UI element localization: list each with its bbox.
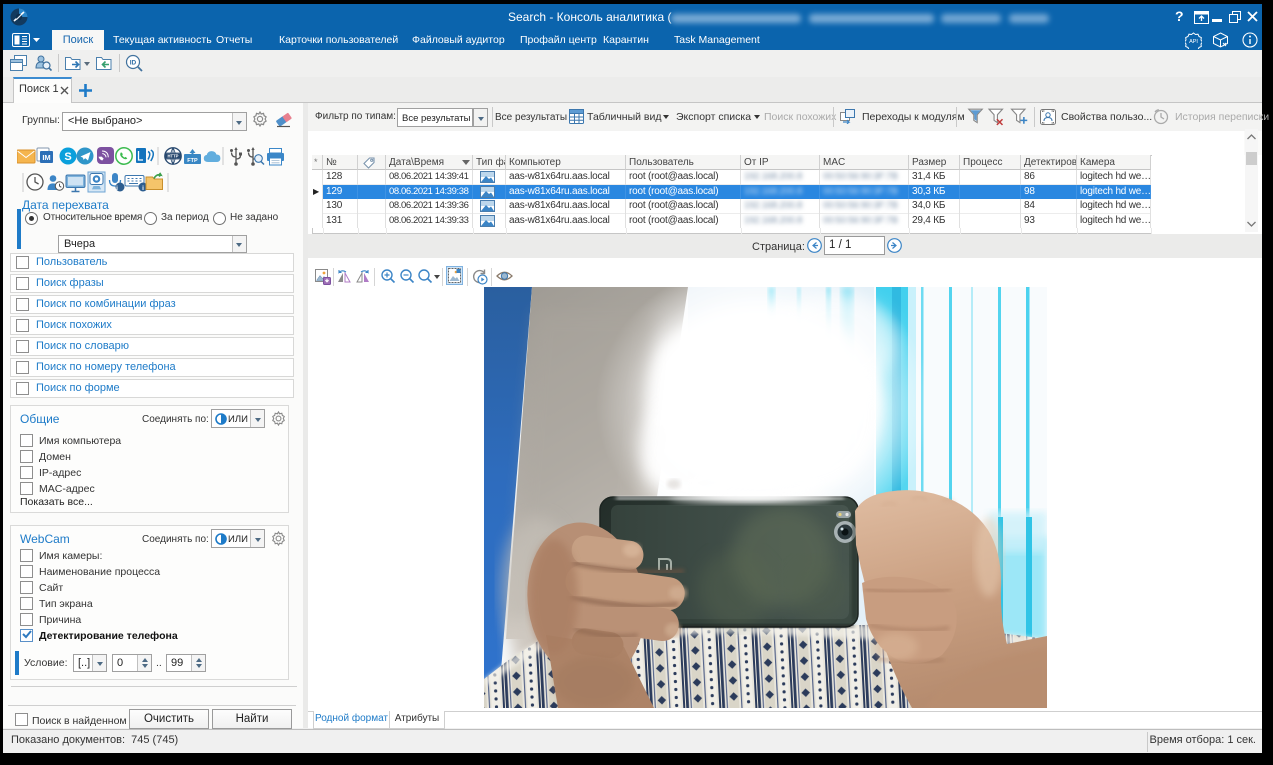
svg-text:i: i	[142, 185, 144, 192]
svg-text:IM: IM	[42, 153, 50, 162]
svg-text:S: S	[64, 151, 71, 163]
svg-text:ID: ID	[130, 60, 137, 67]
svg-text:HTTP: HTTP	[168, 154, 179, 159]
svg-text:FTP: FTP	[187, 158, 198, 164]
svg-text:API: API	[1189, 39, 1198, 45]
svg-text:i: i	[116, 185, 118, 192]
